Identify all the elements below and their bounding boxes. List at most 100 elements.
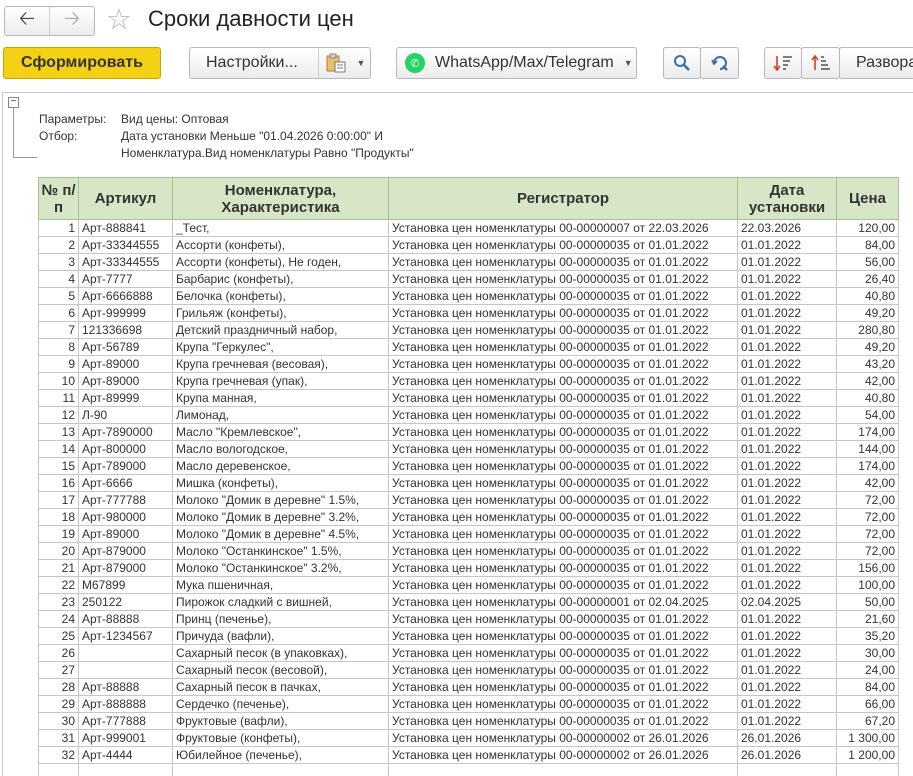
cell-registrar[interactable]: Установка цен номенклатуры 00-00000035 о… <box>388 576 738 594</box>
cell-num[interactable]: 3 <box>38 253 79 271</box>
cell-article[interactable]: Арт-879000 <box>78 542 173 560</box>
table-row[interactable]: 8 Арт-56789 Крупа "Геркулес", Установка цен… <box>38 338 899 356</box>
cell-registrar[interactable]: Установка цен номенклатуры 00-00000035 о… <box>388 627 738 645</box>
cell-date[interactable]: 01.01.2022 <box>737 270 837 288</box>
cell-article[interactable]: Арт-88888 <box>78 610 173 628</box>
cell-article[interactable]: Арт-999001 <box>78 729 173 747</box>
table-row[interactable]: 25 Арт-1234567 Причуда (вафли), Установка ц… <box>38 627 899 645</box>
cell-item[interactable]: Ассорти (конфеты), <box>172 236 389 254</box>
cell-date[interactable]: 01.01.2022 <box>737 678 837 696</box>
cell-date[interactable]: 01.01.2022 <box>737 457 837 475</box>
cell-item[interactable]: Масло "Кремлевское", <box>172 423 389 441</box>
cell-registrar[interactable]: Установка цен номенклатуры 00-00000035 о… <box>388 236 738 254</box>
cell-price[interactable]: 174,00 <box>836 457 899 475</box>
cell-num[interactable]: 30 <box>38 712 79 730</box>
cell-num[interactable]: 1 <box>38 219 79 237</box>
cell-num[interactable]: 4 <box>38 270 79 288</box>
cell-item[interactable]: Принц (печенье), <box>172 610 389 628</box>
cell-article[interactable]: Арт-89000 <box>78 525 173 543</box>
cell-price[interactable]: 67,20 <box>836 712 899 730</box>
favorite-star-icon[interactable]: ☆ <box>106 4 132 36</box>
cell-price[interactable]: 72,00 <box>836 542 899 560</box>
cell-date[interactable]: 01.01.2022 <box>737 236 837 254</box>
cell-num[interactable]: 24 <box>38 610 79 628</box>
cell-registrar[interactable]: Установка цен номенклатуры 00-00000035 о… <box>388 304 738 322</box>
cell-registrar[interactable]: Установка цен номенклатуры 00-00000035 о… <box>388 644 738 662</box>
cell-num[interactable]: 6 <box>38 304 79 322</box>
cell-date[interactable]: 01.01.2022 <box>737 372 837 390</box>
cell-item[interactable]: Лимонад, <box>172 406 389 424</box>
cell-item[interactable]: Фруктовые (вафли), <box>172 712 389 730</box>
cell-num[interactable]: 19 <box>38 525 79 543</box>
cell-item[interactable]: Пирожок сладкий с вишней, <box>172 593 389 611</box>
table-row[interactable]: 12 Л-90 Лимонад, Установка цен номенклатуры… <box>38 406 899 424</box>
cell-num[interactable]: 18 <box>38 508 79 526</box>
cell-price[interactable]: 120,00 <box>836 219 899 237</box>
cell-item[interactable]: Молоко "Домик в деревне" 3.2%, <box>172 508 389 526</box>
cell-num[interactable]: 22 <box>38 576 79 594</box>
cell-registrar[interactable]: Установка цен номенклатуры 00-00000035 о… <box>388 457 738 475</box>
cell-price[interactable]: 72,00 <box>836 508 899 526</box>
cell-item[interactable]: Юбилейное (печенье), <box>172 746 389 764</box>
cell-item[interactable]: Барбарис (конфеты), <box>172 270 389 288</box>
cell-num[interactable]: 13 <box>38 423 79 441</box>
cell-registrar[interactable]: Установка цен номенклатуры 00-00000035 о… <box>388 661 738 679</box>
table-row[interactable]: 16 Арт-6666 Мишка (конфеты), Установка цен … <box>38 474 899 492</box>
cell-article[interactable]: Арт-777888 <box>78 712 173 730</box>
cell-price[interactable]: 54,00 <box>836 406 899 424</box>
cell-num[interactable]: 15 <box>38 457 79 475</box>
cell-price[interactable]: 72,00 <box>836 491 899 509</box>
cell-item[interactable]: Крупа гречневая (весовая), <box>172 355 389 373</box>
cell-price[interactable]: 100,00 <box>836 576 899 594</box>
cell-price[interactable]: 144,00 <box>836 440 899 458</box>
cell-price[interactable]: 42,00 <box>836 372 899 390</box>
table-row[interactable]: 26 Сахарный песок (в упаковках), Установка… <box>38 644 899 662</box>
variant-icon[interactable] <box>318 48 352 78</box>
table-row[interactable]: 20 Арт-879000 Молоко "Останкинское" 1.5%, У… <box>38 542 899 560</box>
cell-item[interactable]: Мука пшеничная, <box>172 576 389 594</box>
cell-num[interactable]: 29 <box>38 695 79 713</box>
cell-registrar[interactable]: Установка цен номенклатуры 00-00000035 о… <box>388 542 738 560</box>
cell-num[interactable]: 27 <box>38 661 79 679</box>
cell-date[interactable]: 01.01.2022 <box>737 559 837 577</box>
cell-date[interactable]: 26.01.2026 <box>737 746 837 764</box>
table-row[interactable]: 5 Арт-6666888 Белочка (конфеты), Установка … <box>38 287 899 305</box>
cell-date[interactable]: 01.01.2022 <box>737 474 837 492</box>
header-registrar[interactable]: Регистратор <box>388 177 738 220</box>
cell-price[interactable]: 40,80 <box>836 287 899 305</box>
cell-item[interactable]: Молоко "Останкинское" 1.5%, <box>172 542 389 560</box>
cell-article[interactable]: Арт-888888 <box>78 695 173 713</box>
cell-registrar[interactable]: Установка цен номенклатуры 00-00000035 о… <box>388 389 738 407</box>
table-row[interactable]: 24 Арт-88888 Принц (печенье), Установка цен… <box>38 610 899 628</box>
cell-num[interactable]: 12 <box>38 406 79 424</box>
cell-registrar[interactable]: Установка цен номенклатуры 00-00000035 о… <box>388 321 738 339</box>
cell-item[interactable]: Сахарный песок (в упаковках), <box>172 644 389 662</box>
cell-article[interactable]: M67899 <box>78 576 173 594</box>
table-row[interactable]: 9 Арт-89000 Крупа гречневая (весовая), Уста… <box>38 355 899 373</box>
cell-article[interactable]: Л-90 <box>78 406 173 424</box>
cell-price[interactable]: 72,00 <box>836 525 899 543</box>
cell-article[interactable]: Арт-1234567 <box>78 627 173 645</box>
cell-item[interactable]: Крупа гречневая (упак), <box>172 372 389 390</box>
cell-registrar[interactable]: Установка цен номенклатуры 00-00000035 о… <box>388 508 738 526</box>
cell-registrar[interactable]: Установка цен номенклатуры 00-00000001 о… <box>388 593 738 611</box>
header-num[interactable]: № п/п <box>38 177 79 220</box>
cell-item[interactable]: Детский праздничный набор, <box>172 321 389 339</box>
cell-article[interactable]: Арт-777788 <box>78 491 173 509</box>
cell-article[interactable]: Арт-4444 <box>78 746 173 764</box>
cell-item[interactable]: Фруктовые (конфеты), <box>172 729 389 747</box>
cell-date[interactable]: 26.01.2026 <box>737 729 837 747</box>
header-article[interactable]: Артикул <box>78 177 173 220</box>
cell-article[interactable]: 121336698 <box>78 321 173 339</box>
cell-item[interactable]: Мишка (конфеты), <box>172 474 389 492</box>
table-row[interactable]: 27 Сахарный песок (весовой), Установка цен… <box>38 661 899 679</box>
cell-item[interactable]: _Тест, <box>172 219 389 237</box>
chevron-down-icon[interactable]: ▼ <box>352 58 370 68</box>
settings-button[interactable]: Настройки... ▼ <box>189 47 371 79</box>
cell-article[interactable]: Арт-56789 <box>78 338 173 356</box>
cell-num[interactable]: 28 <box>38 678 79 696</box>
cell-registrar[interactable]: Установка цен номенклатуры 00-00000035 о… <box>388 372 738 390</box>
cell-num[interactable]: 26 <box>38 644 79 662</box>
cell-registrar[interactable]: Установка цен номенклатуры 00-00000035 о… <box>388 712 738 730</box>
cell-item[interactable]: Грильяж (конфеты), <box>172 304 389 322</box>
